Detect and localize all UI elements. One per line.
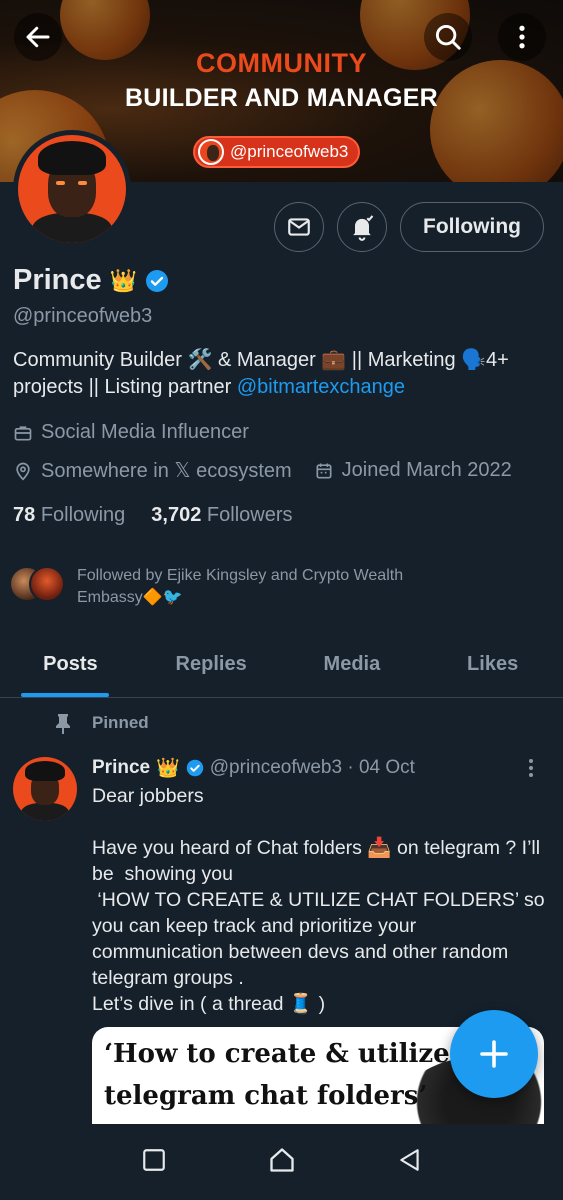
pinned-label: Pinned [92,713,149,732]
profile-name-row: Prince 👑 [13,264,169,297]
profile-category-row: Social Media Influencer [13,421,249,444]
profile-handle: @princeofweb3 [13,305,153,327]
post-header: Prince 👑 @princeofweb3 · 04 Oct [92,756,552,780]
home-button[interactable] [268,1146,296,1179]
search-icon [435,24,461,50]
profile-tabs: Posts Replies Media Likes [0,632,563,698]
post-body[interactable]: Dear jobbers Have you heard of Chat fold… [92,783,547,1017]
banner-subtitle: BUILDER AND MANAGER [124,84,439,112]
post-author-avatar[interactable] [13,757,77,821]
post-more-button[interactable] [520,757,542,779]
compose-post-button[interactable] [450,1010,538,1098]
followed-by-text: Followed by Ejike Kingsley and Crypto We… [77,567,404,606]
profile-category: Social Media Influencer [41,421,249,443]
verified-badge-icon [146,269,169,292]
banner-handle-badge: @princeofweb3 [193,136,361,168]
profile-location: Somewhere in 𝕏 ecosystem [41,460,292,482]
profile-meta-row: Somewhere in 𝕏 ecosystem Joined March 20… [13,458,512,483]
dot-icon [529,766,533,770]
banner-handle-text: @princeofweb3 [230,142,349,161]
tab-likes[interactable]: Likes [422,632,563,697]
mail-icon [288,218,310,236]
followed-by[interactable]: Followed by Ejike Kingsley and Crypto We… [9,564,457,609]
profile-name: Prince [13,264,102,296]
banner-title: COMMUNITY [196,48,367,78]
followers-count-link[interactable]: 3,702 Followers [151,504,292,527]
avatar [29,566,65,602]
post-author-name[interactable]: Prince [92,757,150,779]
tab-media[interactable]: Media [282,632,423,697]
crown-emoji: 👑 [156,758,180,779]
profile-joined: Joined March 2022 [341,459,512,481]
arrow-left-icon [26,26,50,48]
search-button[interactable] [424,13,472,61]
crown-emoji: 👑 [109,267,138,293]
following-button[interactable]: Following [400,202,544,252]
message-button[interactable] [274,202,324,252]
plus-icon [480,1040,508,1068]
briefcase-icon [13,423,33,443]
triangle-back-icon [399,1148,419,1171]
more-vertical-icon [519,25,525,49]
bell-icon [353,215,374,241]
system-nav-bar [0,1124,563,1200]
dot-icon [529,759,533,763]
bio-link[interactable]: @bitmartexchange [237,376,405,398]
more-options-button[interactable] [498,13,546,61]
back-button[interactable] [14,13,62,61]
banner-avatar [198,139,224,165]
notifications-button[interactable] [337,202,387,252]
media-title-line1: ‘How to create & utilize [104,1039,450,1069]
media-title-line2: telegram chat folders’ [104,1081,428,1111]
location-pin-icon [13,461,33,481]
post-handle-date: @princeofweb3 · 04 Oct [209,757,415,778]
avatar-image [18,135,126,243]
pinned-indicator: Pinned [54,712,149,734]
dot-icon [529,773,533,777]
pin-icon [56,714,70,734]
tab-replies[interactable]: Replies [141,632,282,697]
back-nav-button[interactable] [397,1147,423,1178]
square-icon [142,1148,165,1171]
recent-apps-button[interactable] [141,1147,167,1178]
follow-counts: 78 Following 3,702 Followers [13,504,293,527]
verified-badge-icon [186,759,204,777]
profile-bio: Community Builder 🛠️ & Manager 💼 || Mark… [13,347,543,401]
following-count-link[interactable]: 78 Following [13,504,125,527]
profile-avatar[interactable] [13,130,131,248]
followed-by-avatars [9,564,67,604]
calendar-icon [314,461,334,481]
tab-posts[interactable]: Posts [0,632,141,697]
home-icon [269,1147,294,1172]
